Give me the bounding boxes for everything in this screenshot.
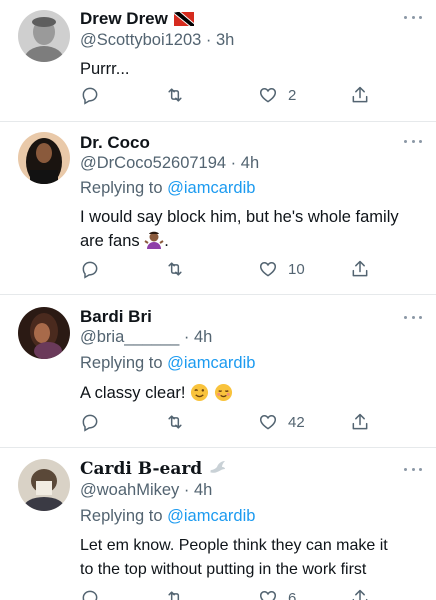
display-name[interactable]: Drew Drew xyxy=(80,9,168,29)
tweet-text: Purrr... xyxy=(80,60,130,78)
reply-icon xyxy=(82,261,98,279)
like-count: 10 xyxy=(288,260,305,278)
heart-icon xyxy=(259,590,277,600)
handle[interactable]: @DrCoco52607194 xyxy=(80,154,226,172)
display-name[interactable]: Bardi Bri xyxy=(80,307,152,327)
display-name[interactable]: Cardi B-eard xyxy=(80,459,202,479)
retweet-icon xyxy=(168,88,182,102)
more-options-icon[interactable] xyxy=(404,314,422,320)
tweet-actions: 2 xyxy=(80,85,380,107)
tweet-actions: 42 xyxy=(80,412,380,434)
tweet-text: I would say block him, but he's whole fa… xyxy=(80,205,420,257)
tweet-actions: 6 xyxy=(80,588,380,600)
tweet-item[interactable]: Bardi Bri @bria______ · 4h Replying to @… xyxy=(0,295,436,448)
retweet-button[interactable] xyxy=(165,588,185,600)
like-button[interactable]: 42 xyxy=(258,412,305,432)
dove-icon xyxy=(208,460,226,479)
share-button[interactable] xyxy=(350,85,370,105)
mention-link[interactable]: @iamcardib xyxy=(167,507,255,525)
like-count: 6 xyxy=(288,589,297,600)
smiling-face-emoji xyxy=(214,383,233,409)
handle[interactable]: @Scottyboi1203 xyxy=(80,31,201,49)
share-button[interactable] xyxy=(350,588,370,600)
share-button[interactable] xyxy=(350,412,370,432)
tweet-text: Let em know. People think they can make … xyxy=(80,537,388,578)
share-icon xyxy=(352,86,368,103)
replying-to: Replying to @iamcardib xyxy=(80,507,256,525)
avatar[interactable] xyxy=(18,132,70,184)
retweet-button[interactable] xyxy=(165,259,185,279)
mention-link[interactable]: @iamcardib xyxy=(167,179,255,197)
reply-button[interactable] xyxy=(80,588,100,600)
like-button[interactable]: 10 xyxy=(258,259,305,279)
reply-icon xyxy=(82,87,98,105)
retweet-button[interactable] xyxy=(165,412,185,432)
like-count: 42 xyxy=(288,413,305,431)
trinidad-and-tobago-flag-icon xyxy=(173,12,194,26)
avatar[interactable] xyxy=(18,307,70,359)
avatar[interactable] xyxy=(18,459,70,511)
heart-icon xyxy=(259,261,277,277)
share-icon xyxy=(352,589,368,600)
tweet-item[interactable]: Dr. Coco @DrCoco52607194 · 4h Replying t… xyxy=(0,122,436,295)
mention-link[interactable]: @iamcardib xyxy=(167,354,255,372)
more-options-icon[interactable] xyxy=(404,14,422,20)
share-icon xyxy=(352,413,368,430)
share-icon xyxy=(352,260,368,277)
heart-icon xyxy=(259,87,277,103)
more-options-icon[interactable] xyxy=(404,466,422,472)
reply-icon xyxy=(82,590,98,600)
retweet-icon xyxy=(168,591,180,600)
handle[interactable]: @bria______ xyxy=(80,328,179,346)
more-options-icon[interactable] xyxy=(404,138,422,144)
timestamp[interactable]: 4h xyxy=(241,154,259,172)
timestamp[interactable]: 4h xyxy=(194,481,212,499)
display-name[interactable]: Dr. Coco xyxy=(80,133,150,153)
retweet-icon xyxy=(168,262,182,276)
like-button[interactable]: 6 xyxy=(258,588,296,600)
reply-button[interactable] xyxy=(80,259,100,279)
person-shrugging-emoji xyxy=(144,230,164,257)
like-button[interactable]: 2 xyxy=(258,85,296,105)
replying-to: Replying to @iamcardib xyxy=(80,354,256,372)
like-count: 2 xyxy=(288,86,297,104)
winking-face-emoji xyxy=(190,383,209,409)
tweet-actions: 10 xyxy=(80,259,380,281)
reply-icon xyxy=(82,414,98,432)
heart-icon xyxy=(259,414,277,430)
handle[interactable]: @woahMikey xyxy=(80,481,179,499)
avatar[interactable] xyxy=(18,10,70,62)
reply-button[interactable] xyxy=(80,85,100,105)
timestamp[interactable]: 3h xyxy=(216,31,234,49)
replying-to: Replying to @iamcardib xyxy=(80,179,256,197)
retweet-button[interactable] xyxy=(165,85,185,105)
tweet-item[interactable]: Drew Drew @Scottyboi1203 · 3h Purrr... 2 xyxy=(0,0,436,122)
timestamp[interactable]: 4h xyxy=(194,328,212,346)
reply-button[interactable] xyxy=(80,412,100,432)
share-button[interactable] xyxy=(350,259,370,279)
tweet-text: A classy clear! xyxy=(80,381,420,409)
retweet-icon xyxy=(168,415,182,429)
tweet-item[interactable]: Cardi B-eard @woahMikey · 4h Replying to… xyxy=(0,448,436,600)
